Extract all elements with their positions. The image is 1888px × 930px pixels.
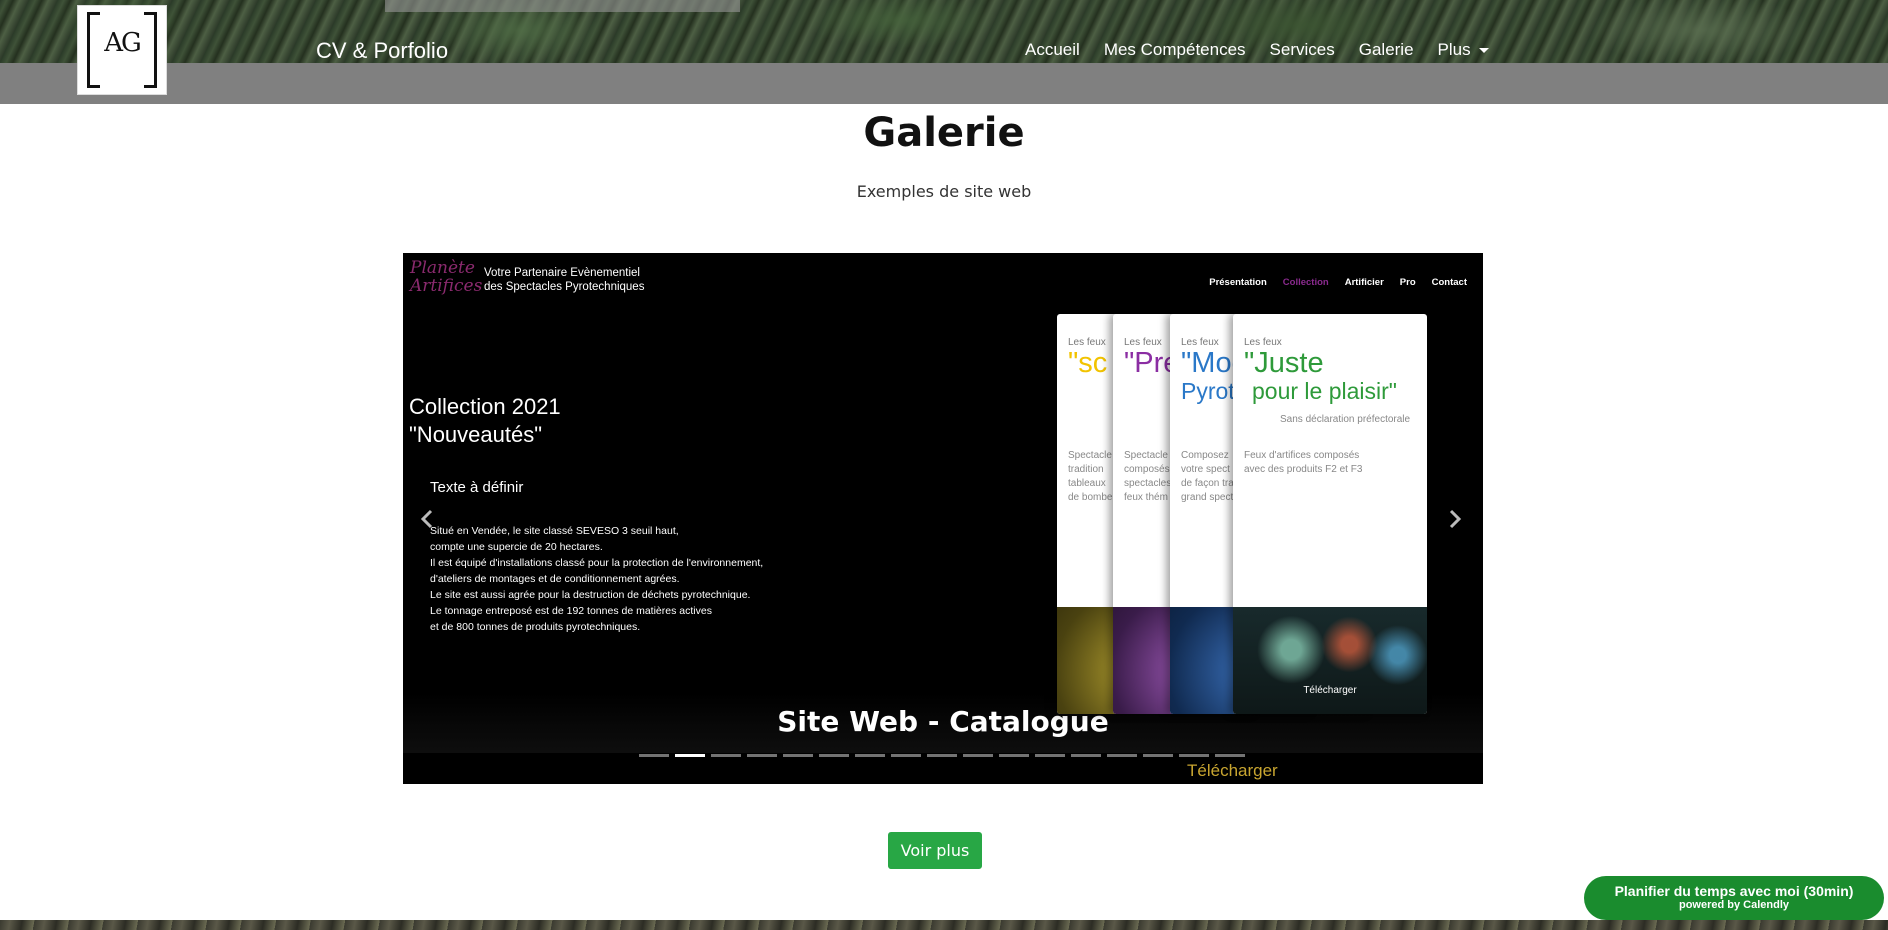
slide-body-line: compte une supercie de 20 hectares. [430,541,603,553]
nav-item-plus-label: Plus [1437,40,1471,59]
nav-item-accueil[interactable]: Accueil [1013,38,1092,62]
slide-site-nav: Présentation Collection Artificier Pro C… [1209,277,1467,288]
chevron-right-icon [1449,509,1462,529]
nav-item-plus[interactable]: Plus [1426,38,1501,62]
slide-heading-line2: "Nouveautés" [409,422,543,447]
card-desc-line: grand spect [1181,492,1234,503]
card-desc-line: tableaux [1068,478,1106,489]
slide-nav-collection: Collection [1282,277,1329,288]
card-desc-line: Feux d'artifices composés [1244,450,1360,461]
product-card: Les feux "Juste pour le plaisir" Sans dé… [1233,314,1427,714]
card-desc-line: composés [1124,464,1170,475]
slide-body-line: Situé en Vendée, le site classé SEVESO 3… [430,525,679,537]
carousel-indicator[interactable] [855,754,885,757]
slide-nav-contact: Contact [1431,277,1467,288]
voir-plus-button[interactable]: Voir plus [888,832,982,869]
slide-site-logo: Planète Artifices [410,258,483,296]
card-desc-line: votre spect [1181,464,1230,475]
slide-tagline-line1: Votre Partenaire Evènementiel [484,267,640,279]
brand-title[interactable]: CV & Porfolio [316,38,448,64]
site-header: AG CV & Porfolio Accueil Mes Compétences… [0,0,1888,104]
carousel-indicator[interactable] [711,754,741,757]
slide-nav-presentation: Présentation [1209,277,1267,288]
logo-bracket-frame: AG [87,12,157,88]
slide-nav-artificier: Artificier [1344,277,1384,288]
card-desc-line: feux thém [1124,492,1168,503]
slide-nav-pro: Pro [1399,277,1416,288]
card-note: Sans déclaration préfectorale [1280,414,1411,425]
carousel-indicator[interactable] [1035,754,1065,757]
carousel-indicator[interactable] [1107,754,1137,757]
carousel-indicator[interactable] [1143,754,1173,757]
main-nav: Accueil Mes Compétences Services Galerie… [1013,38,1501,62]
card-description: Feux d'artifices composés avec des produ… [1244,449,1362,477]
slide-subheading: Texte à définir [430,479,524,496]
carousel-indicator[interactable] [639,754,669,757]
card-desc-line: tradition [1068,464,1104,475]
slide-body-line: et de 800 tonnes de produits pyrotechniq… [430,621,641,633]
card-headline: "Juste [1244,347,1324,379]
download-link[interactable]: Télécharger [1187,761,1278,781]
card-desc-line: Spectacle [1068,450,1112,461]
nav-item-services[interactable]: Services [1258,38,1347,62]
slide-body-text: Situé en Vendée, le site classé SEVESO 3… [430,523,790,635]
slide-body-line: d'ateliers de montages et de conditionne… [430,573,680,585]
card-description: Spectacle tradition tableaux de bombe [1068,449,1112,505]
carousel-indicator[interactable] [963,754,993,757]
slide-body-line: Le tonnage entreposé est de 192 tonnes d… [430,605,712,617]
card-fireworks-photo: Télécharger [1233,607,1427,714]
card-download-label: Télécharger [1303,685,1357,696]
card-subline: pour le plaisir" [1252,378,1397,404]
slide-tagline: Votre Partenaire Evènementiel des Specta… [484,266,644,294]
calendly-badge-button[interactable]: Planifier du temps avec moi (30min) powe… [1584,876,1884,920]
carousel-indicator[interactable] [999,754,1029,757]
slide-body-line: Le site est aussi agrée pour la destruct… [430,589,751,601]
carousel-indicator[interactable] [927,754,957,757]
footer-background-photo [0,920,1888,930]
caret-down-icon [1478,48,1489,54]
carousel-indicator[interactable] [1179,754,1209,757]
carousel-indicator[interactable] [1215,754,1245,757]
card-desc-line: avec des produits F2 et F3 [1244,464,1363,475]
card-desc-line: de façon tra [1181,478,1234,489]
slide-body-line: Il est équipé d'installations classé pou… [430,557,764,569]
calendly-main-label: Planifier du temps avec moi (30min) [1614,883,1854,899]
slide-heading-line1: Collection 2021 [409,394,561,419]
card-description: Spectacle composés spectacles feux thém [1124,449,1171,505]
header-background-photo [0,0,1888,63]
site-logo[interactable]: AG [77,5,167,95]
logo-monogram: AG [104,28,142,58]
carousel-indicators [639,754,1245,757]
page-title: Galerie [863,110,1025,156]
nav-item-competences[interactable]: Mes Compétences [1092,38,1258,62]
card-desc-line: Spectacle [1124,450,1168,461]
carousel-indicator[interactable] [747,754,777,757]
carousel-indicator[interactable] [783,754,813,757]
card-desc-line: spectacles [1124,478,1172,489]
carousel-indicator[interactable] [891,754,921,757]
card-description: Composez votre spect de façon tra grand … [1181,449,1234,505]
carousel-prev-button[interactable] [417,507,437,531]
gallery-carousel: Planète Artifices Votre Partenaire Evène… [403,253,1483,784]
nav-item-galerie[interactable]: Galerie [1347,38,1426,62]
slide-tagline-line2: des Spectacles Pyrotechniques [484,281,645,293]
carousel-indicator[interactable] [675,754,705,757]
card-desc-line: Composez [1181,450,1229,461]
card-desc-line: de bombe [1068,492,1113,503]
page-subtitle: Exemples de site web [856,182,1032,201]
calendly-powered-by: powered by Calendly [1678,899,1790,911]
carousel-indicator[interactable] [1071,754,1101,757]
carousel-next-button[interactable] [1445,507,1465,531]
slide-heading: Collection 2021 "Nouveautés" [409,393,561,449]
chevron-left-icon [420,509,433,529]
carousel-indicator[interactable] [819,754,849,757]
product-card-stack: Les feux "sc Spectacle tradition tableau… [1057,314,1427,714]
